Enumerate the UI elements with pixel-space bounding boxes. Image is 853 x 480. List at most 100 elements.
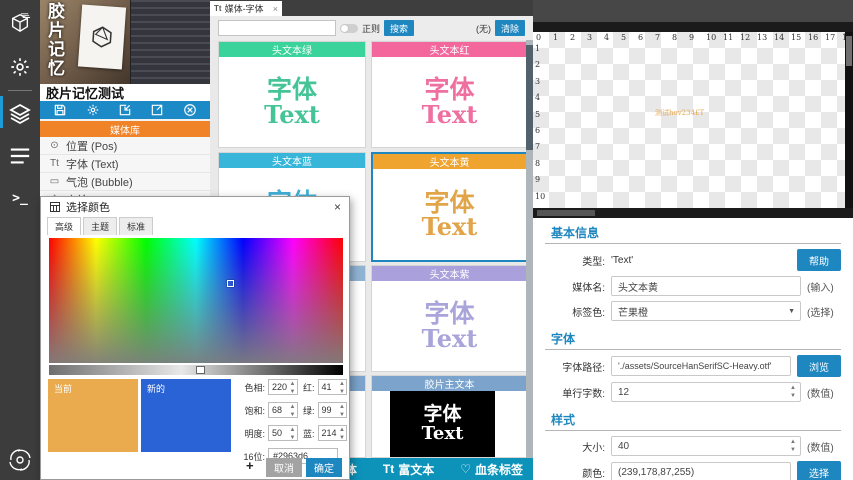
poster-thumbnail[interactable]: 胶片记忆 (40, 0, 130, 84)
layers-icon[interactable] (0, 97, 40, 131)
lightness-label: 明度: (239, 427, 265, 440)
tab-advanced[interactable]: 高级 (47, 217, 81, 235)
card-header: 头文本黄 (373, 154, 526, 169)
hue-saturation-field[interactable] (49, 238, 343, 363)
canvas-hscrollbar[interactable] (533, 208, 853, 218)
media-card-purple[interactable]: 头文本紫 字体Text (371, 265, 528, 372)
scrollbar-handle[interactable] (526, 45, 533, 150)
library-item-label: 字体 (Text) (66, 156, 119, 172)
color-pick-button[interactable]: 选择 (797, 461, 841, 480)
lightness-spinner[interactable]: 50▲▼ (268, 425, 298, 441)
number-hint: (数值) (807, 385, 841, 400)
spinner-arrows-icon[interactable]: ▲▼ (290, 426, 296, 442)
search-button[interactable]: 搜索 (384, 20, 414, 36)
ruler-number: 6 (638, 33, 643, 42)
ruler-number: 3 (535, 77, 540, 86)
saturation-spinner[interactable]: 68▲▼ (268, 402, 298, 418)
ok-button[interactable]: 确定 (306, 458, 342, 477)
ruler-number: 7 (535, 142, 540, 151)
ruler-number: 14 (774, 33, 784, 42)
tab-close-icon[interactable]: × (273, 4, 278, 14)
media-card-red[interactable]: 头文本红 字体Text (371, 41, 528, 148)
eyedropper-cross-icon[interactable]: + (246, 458, 254, 473)
ruler-number: 3 (587, 33, 592, 42)
ruler-number: 5 (535, 110, 540, 119)
browse-button[interactable]: 浏览 (797, 355, 841, 377)
list-icon[interactable] (0, 139, 40, 173)
scrollbar[interactable] (526, 40, 533, 458)
lightness-slider[interactable] (49, 365, 343, 375)
font-path-input[interactable]: './assets/SourceHanSerifSC-Heavy.otf' (611, 356, 791, 376)
clear-button[interactable]: 清除 (495, 20, 525, 36)
media-name-input[interactable]: 头文本黄 (611, 276, 801, 296)
library-header[interactable]: 媒体库 (40, 121, 210, 137)
scrollbar-handle[interactable] (537, 210, 595, 216)
hue-spinner[interactable]: 220▲▼ (268, 379, 298, 395)
scrollbar-handle[interactable] (846, 36, 852, 66)
search-bar: 正则 搜索 (无) 清除 (210, 16, 533, 40)
tab-theme[interactable]: 主题 (83, 217, 117, 235)
media-card-green[interactable]: 头文本绿 字体Text (218, 41, 366, 148)
media-card-yellow[interactable]: 头文本黄 字体Text (371, 152, 528, 262)
close-icon[interactable]: × (334, 200, 341, 214)
ruler-number: 2 (570, 33, 575, 42)
number-hint: (数值) (807, 439, 841, 454)
size-label: 大小: (545, 439, 605, 454)
spinner-arrows-icon[interactable]: ▲▼ (339, 403, 345, 419)
media-card-main-text[interactable]: 胶片主文本 字体Text (371, 375, 528, 458)
spinner-arrows-icon[interactable]: ▲▼ (339, 426, 345, 442)
size-spinner[interactable]: 40▲▼ (611, 436, 801, 456)
color-cursor[interactable] (227, 280, 234, 287)
green-spinner[interactable]: 99▲▼ (318, 402, 348, 418)
ruler-number: 12 (740, 33, 750, 42)
type-value: 'Text' (611, 255, 791, 266)
font-path-label: 字体路径: (545, 359, 605, 374)
dialog-titlebar[interactable]: 选择颜色 × (41, 197, 349, 217)
tab-richtext[interactable]: Tt 富文本 (383, 461, 434, 478)
export-icon[interactable] (150, 103, 164, 117)
preview-inspector-panel: 0123456789101112131415161718 12345678910… (533, 0, 853, 480)
ruler-number: 8 (535, 159, 540, 168)
search-input[interactable] (218, 20, 336, 36)
library-item-text[interactable]: Tt 字体 (Text) (40, 155, 210, 173)
tag-color-select[interactable]: 芒果橙▼ (611, 301, 801, 321)
cancel-button[interactable]: 取消 (266, 458, 302, 477)
spinner-arrows-icon[interactable]: ▲▼ (790, 438, 796, 454)
red-spinner[interactable]: 41▲▼ (318, 379, 348, 395)
slider-handle[interactable] (196, 366, 205, 374)
tab-media-font[interactable]: Tt 媒体-字体 × (210, 1, 282, 16)
terminal-icon[interactable]: >_ (0, 181, 40, 215)
screenshot-thumbnail[interactable] (130, 0, 210, 84)
settings-icon[interactable] (86, 103, 100, 117)
library-item-position[interactable]: ⊙ 位置 (Pos) (40, 137, 210, 155)
library-item-label: 位置 (Pos) (66, 138, 117, 154)
spinner-arrows-icon[interactable]: ▲▼ (339, 380, 345, 396)
preview-canvas[interactable]: 0123456789101112131415161718 12345678910… (533, 32, 853, 208)
ruler-number: 10 (706, 33, 716, 42)
heart-icon: ♡ (460, 462, 471, 476)
green-label: 绿: (300, 404, 315, 417)
close-icon[interactable] (183, 103, 197, 117)
tab-healthbar-label[interactable]: ♡ 血条标签 (460, 461, 523, 478)
tab-standard[interactable]: 标准 (119, 217, 153, 235)
ruler-number: 7 (655, 33, 660, 42)
blue-spinner[interactable]: 214▲▼ (318, 425, 348, 441)
color-value-input[interactable]: (239,178,87,255) (611, 462, 791, 480)
card-header: 头文本蓝 (219, 153, 365, 168)
app-logo-icon[interactable] (0, 6, 40, 40)
settings-gear-icon[interactable] (0, 50, 40, 84)
type-label: 类型: (545, 253, 605, 268)
spinner-arrows-icon[interactable]: ▲▼ (790, 384, 796, 400)
canvas-vscrollbar[interactable] (845, 32, 853, 208)
spiral-logo-icon (0, 448, 40, 472)
poster-card (78, 5, 126, 70)
library-item-bubble[interactable]: ▭ 气泡 (Bubble) (40, 173, 210, 191)
spinner-arrows-icon[interactable]: ▲▼ (290, 380, 296, 396)
save-icon[interactable] (53, 103, 67, 117)
chars-per-line-spinner[interactable]: 12▲▼ (611, 382, 801, 402)
ruler-number: 5 (621, 33, 626, 42)
regex-toggle[interactable] (340, 24, 358, 33)
import-icon[interactable] (118, 103, 132, 117)
help-button[interactable]: 帮助 (797, 249, 841, 271)
spinner-arrows-icon[interactable]: ▲▼ (290, 403, 296, 419)
